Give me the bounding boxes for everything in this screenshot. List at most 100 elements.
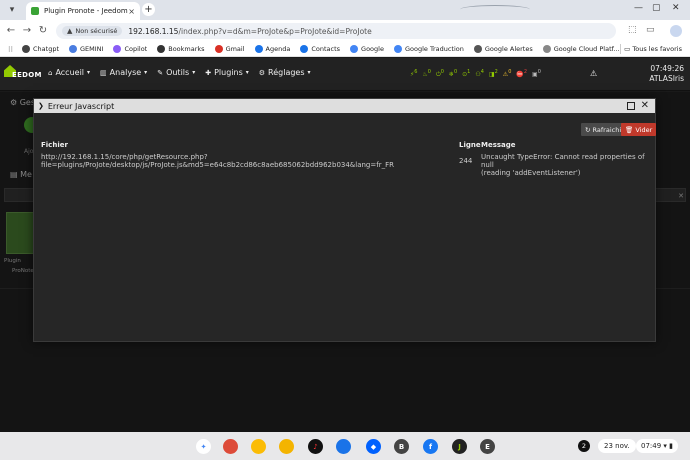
status-counter[interactable]: ♨0 (422, 69, 431, 79)
bookmark-label: Copilot (124, 45, 148, 53)
apps-grid-icon[interactable]: ⁝⁝ (8, 45, 13, 54)
jeedom-logo[interactable]: EEDOM (4, 64, 44, 86)
status-counter[interactable]: ⚡6 (410, 69, 417, 79)
status-counter[interactable]: ⏻0 (436, 69, 444, 79)
menu-label: Analyse (109, 68, 142, 77)
back-icon[interactable]: ← (5, 25, 17, 37)
menu-accueil[interactable]: ⌂ Accueil ▾ (48, 68, 90, 77)
modal-close-icon[interactable]: ✕ (641, 100, 649, 112)
error-message-line2: (reading 'addEventListener') (481, 169, 581, 177)
gear-icon: ⚙ (258, 68, 266, 77)
status-count: 4 (480, 69, 484, 75)
shelf-app-app-b-icon[interactable]: B (394, 439, 409, 454)
bookmark-favicon-icon (350, 45, 359, 53)
status-counter[interactable]: ⊙1 (462, 69, 470, 79)
menu-plugins[interactable]: ✚ Plugins ▾ (205, 68, 249, 77)
status-counter[interactable]: ⛔2 (516, 69, 527, 79)
status-summary: ⚡6 ♨0 ⏻0 ❄0 ⊙1 ⚇4 ◨2 ⚠0 ⛔2 ▣0 (410, 69, 546, 79)
status-counter[interactable]: ❄0 (449, 69, 457, 79)
bookmark-item[interactable]: Agenda (254, 45, 290, 53)
wrench-icon: ✎ (157, 68, 164, 77)
plugin-card-name: ProNote (12, 268, 34, 274)
shelf-date[interactable]: 23 nov. (598, 439, 636, 453)
browser-tab-strip: ▾ Plugin Pronote - Jeedom Atlas × + — ▢ … (0, 0, 690, 20)
error-message: Uncaught TypeError: Cannot read properti… (481, 153, 655, 177)
status-count: 0 (453, 69, 458, 75)
bookmark-item[interactable]: Google (350, 45, 384, 53)
bookmark-item[interactable]: Contacts (300, 45, 340, 53)
new-tab-button[interactable]: + (142, 3, 155, 16)
shelf-app-launcher-icon[interactable]: ✦ (196, 439, 211, 454)
minimize-icon[interactable]: — (634, 3, 643, 13)
status-count: 2 (494, 69, 498, 75)
theme-decoration (460, 5, 530, 14)
menu-réglages[interactable]: ⚙ Réglages ▾ (259, 68, 311, 77)
security-chip[interactable]: ▲ Non sécurisé (62, 26, 123, 36)
caret-down-icon: ▾ (245, 69, 249, 76)
bookmark-item[interactable]: Copilot (113, 45, 147, 53)
col-header-file: Fichier (41, 141, 68, 149)
shelf-app-photos-icon[interactable] (251, 439, 266, 454)
caret-down-icon: ▾ (144, 69, 148, 76)
maximize-icon[interactable]: ▢ (652, 3, 661, 13)
shelf-app-app-e-icon[interactable]: E (480, 439, 495, 454)
menu-analyse[interactable]: ▥ Analyse ▾ (100, 68, 147, 77)
bookmark-item[interactable]: Google Traduction (393, 45, 464, 53)
alert-icon[interactable]: ⚠ (590, 69, 597, 78)
shelf-app-dropbox-icon[interactable]: ◆ (366, 439, 381, 454)
bookmark-item[interactable]: Google Alertes (473, 45, 533, 53)
extensions-icon[interactable]: ⬚ (628, 25, 637, 35)
tab-close-icon[interactable]: × (128, 7, 135, 16)
menu-label: Réglages (268, 68, 305, 77)
modal-header[interactable]: ❯ Erreur Javascript ✕ (34, 99, 655, 113)
status-counter[interactable]: ⚇4 (475, 69, 484, 79)
bookmark-item[interactable]: GEMINI (69, 45, 103, 53)
status-counter[interactable]: ⚠0 (503, 69, 512, 79)
tab-search-icon[interactable]: ▾ (6, 4, 18, 16)
clear-button[interactable]: 🗑 Vider (621, 123, 657, 136)
status-count: 0 (440, 69, 444, 75)
sidepanel-icon[interactable]: ▭ (646, 25, 655, 35)
caret-down-icon: ▾ (87, 69, 91, 76)
bookmark-label: Google Alertes (484, 45, 533, 53)
shelf-app-keep-icon[interactable] (279, 439, 294, 454)
menu-outils[interactable]: ✎ Outils ▾ (157, 68, 195, 77)
bookmark-item[interactable]: Bookmarks (157, 45, 205, 53)
bookmark-item[interactable]: Chatgpt (22, 45, 59, 53)
status-counter[interactable]: ◨2 (489, 69, 498, 79)
bookmark-item[interactable]: Gmail (214, 45, 245, 53)
shelf-app-chrome-icon[interactable] (223, 439, 238, 454)
search-clear-icon: ✕ (678, 192, 684, 200)
col-header-message: Message (481, 141, 516, 149)
hostname: ATLASIris (649, 74, 684, 83)
profile-avatar[interactable] (670, 25, 682, 37)
browser-tab-active[interactable]: Plugin Pronote - Jeedom Atlas × (26, 2, 140, 20)
address-bar[interactable]: ▲ Non sécurisé 192.168.1.15/index.php?v=… (56, 23, 616, 39)
maximize-icon[interactable] (627, 102, 635, 110)
bookmark-item[interactable]: Google Cloud Platf... (542, 45, 620, 53)
window-close-icon[interactable]: ✕ (672, 3, 680, 13)
status-counter[interactable]: ▣0 (532, 69, 541, 79)
error-file-line2: file=plugins/ProJote/desktop/js/ProJote.… (41, 161, 394, 169)
all-bookmarks-label: Tous les favoris (632, 45, 682, 53)
browser-toolbar: ← → ↻ ▲ Non sécurisé 192.168.1.15/index.… (0, 20, 690, 42)
home-icon: ⌂ (48, 68, 53, 77)
url-text: 192.168.1.15/index.php?v=d&m=ProJote&p=P… (128, 27, 371, 36)
os-shelf: 2 23 nov. 07:49 ▾ ▮ ✦ ♪ ◆ Bf J E (0, 432, 690, 460)
status-icon: ⛔ (516, 71, 524, 78)
plugin-card-label: Plugin (4, 258, 21, 264)
all-bookmarks-folder[interactable]: ▭ Tous les favoris (624, 45, 682, 53)
bookmark-label: Chatgpt (33, 45, 59, 53)
menu-label: Accueil (55, 68, 85, 77)
shelf-app-jeedom-icon[interactable]: J (452, 439, 467, 454)
section-title: ▤ Me (10, 170, 32, 179)
shelf-app-messages-icon[interactable] (336, 439, 351, 454)
system-tray[interactable]: 07:49 ▾ ▮ (636, 439, 679, 453)
notification-badge[interactable]: 2 (578, 440, 590, 452)
url-host: 192.168.1.15 (128, 26, 179, 36)
jeedom-favicon-icon (31, 7, 39, 15)
forward-icon[interactable]: → (21, 25, 33, 37)
reload-icon[interactable]: ↻ (37, 25, 49, 37)
shelf-app-youtube-music-icon[interactable]: ♪ (308, 439, 323, 454)
shelf-app-facebook-icon[interactable]: f (423, 439, 438, 454)
